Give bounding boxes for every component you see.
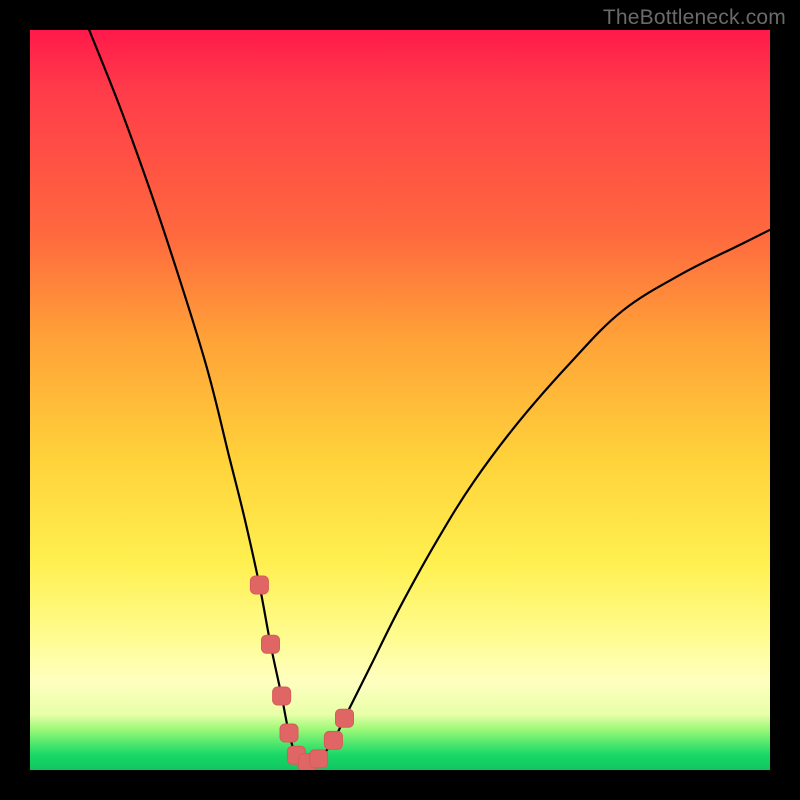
bottleneck-curve	[89, 30, 770, 763]
outer-frame: TheBottleneck.com	[0, 0, 800, 800]
chart-svg	[30, 30, 770, 770]
marker-point	[310, 750, 328, 768]
watermark-text: TheBottleneck.com	[603, 6, 786, 30]
plot-area	[30, 30, 770, 770]
marker-group	[250, 576, 353, 770]
marker-point	[262, 635, 280, 653]
marker-point	[324, 731, 342, 749]
marker-point	[336, 709, 354, 727]
marker-point	[250, 576, 268, 594]
marker-point	[273, 687, 291, 705]
marker-point	[280, 724, 298, 742]
